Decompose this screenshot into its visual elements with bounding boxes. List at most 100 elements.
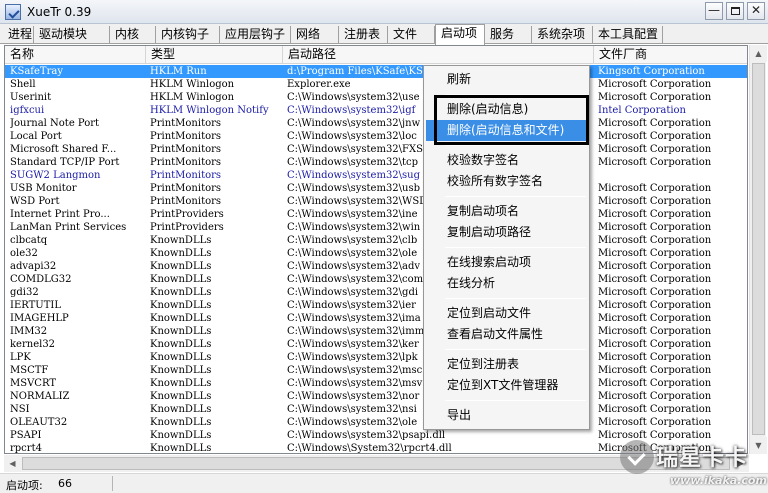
column-header-path[interactable]: 启动路径	[283, 46, 594, 64]
tab-registry[interactable]: 注册表	[339, 26, 388, 44]
table-row[interactable]: igfxcui HKLM Winlogon Notify C:\Windows\sy…	[5, 104, 747, 117]
column-header-name[interactable]: 名称	[5, 46, 146, 64]
table-row[interactable]: Internet Print Pro... PrintProviders C:\Wi…	[5, 208, 747, 221]
tab-network[interactable]: 网络	[291, 26, 339, 44]
cell-type: KnownDLLs	[150, 391, 212, 402]
cell-name: ole32	[10, 248, 38, 259]
tab-startup[interactable]: 启动项	[435, 24, 485, 45]
cell-vendor: Microsoft Corporation	[598, 287, 712, 298]
table-row[interactable]: ole32 KnownDLLs C:\Windows\system32\ole Mic…	[5, 247, 747, 260]
table-row[interactable]: NSI KnownDLLs C:\Windows\system32\nsi Micro…	[5, 403, 747, 416]
tab-kernel[interactable]: 内核	[110, 26, 156, 44]
cell-type: PrintMonitors	[150, 157, 222, 168]
cell-type: PrintMonitors	[150, 144, 222, 155]
minimize-button[interactable]: —	[705, 2, 723, 20]
table-row[interactable]: LanMan Print Services PrintProviders C:\Wi…	[5, 221, 747, 234]
table-row[interactable]: advapi32 KnownDLLs C:\Windows\system32\adv…	[5, 260, 747, 273]
table-row[interactable]: Standard TCP/IP Port PrintMonitors C:\Wind…	[5, 156, 747, 169]
table-row[interactable]: Userinit HKLM Winlogon C:\Windows\system32…	[5, 91, 747, 104]
column-header-type[interactable]: 类型	[146, 46, 283, 64]
cell-type: KnownDLLs	[150, 326, 212, 337]
menu-item[interactable]: 定位到启动文件	[426, 303, 588, 324]
scroll-left-arrow-icon[interactable]: ◀	[4, 455, 21, 472]
menu-item[interactable]: 校验数字签名	[426, 150, 588, 171]
table-row[interactable]: Shell HKLM Winlogon Explorer.exe Microsoft …	[5, 78, 747, 91]
cell-type: KnownDLLs	[150, 339, 212, 350]
highlight-callout-box	[434, 95, 589, 145]
cell-type: PrintMonitors	[150, 118, 222, 129]
table-row[interactable]: KSafeTray HKLM Run d:\Program Files\KSafe\…	[5, 65, 747, 78]
menu-item[interactable]: 导出	[426, 405, 588, 426]
tab-services[interactable]: 服务	[485, 26, 532, 44]
menu-item[interactable]: 定位到XT文件管理器	[426, 375, 588, 396]
cell-type: HKLM Winlogon	[150, 79, 235, 90]
tab-driver-modules[interactable]: 驱动模块	[34, 26, 110, 44]
cell-name: COMDLG32	[10, 274, 72, 285]
table-row[interactable]: IERTUTIL KnownDLLs C:\Windows\system32\ier…	[5, 299, 747, 312]
menu-item[interactable]: 刷新	[426, 69, 588, 90]
cell-type: KnownDLLs	[150, 378, 212, 389]
menu-item[interactable]: 在线分析	[426, 273, 588, 294]
scroll-up-arrow-icon[interactable]: ▲	[750, 45, 767, 62]
table-row[interactable]: NORMALIZ KnownDLLs C:\Windows\system32\nor…	[5, 390, 747, 403]
menu-item[interactable]: 校验所有数字签名	[426, 171, 588, 192]
tab-app-hooks[interactable]: 应用层钩子	[220, 26, 291, 44]
tab-tool-config[interactable]: 本工具配置	[593, 26, 663, 44]
table-row[interactable]: gdi32 KnownDLLs C:\Windows\system32\gdi Mic…	[5, 286, 747, 299]
tab-misc[interactable]: 系统杂项	[532, 26, 593, 44]
vertical-scrollbar[interactable]: ▲ ▼	[749, 45, 767, 454]
table-row[interactable]: IMAGEHLP KnownDLLs C:\Windows\system32\ima…	[5, 312, 747, 325]
cell-vendor: Microsoft Corporation	[598, 118, 712, 129]
menu-item[interactable]: 定位到注册表	[426, 354, 588, 375]
startup-list[interactable]: 名称 类型 启动路径 文件厂商 KSafeTray HKLM Run d:\Prog…	[4, 45, 748, 454]
column-header-vendor[interactable]: 文件厂商	[594, 46, 747, 64]
cell-name: MSCTF	[10, 365, 49, 376]
cell-type: KnownDLLs	[150, 287, 212, 298]
cell-name: Local Port	[10, 131, 62, 142]
menu-item[interactable]: 在线搜索启动项	[426, 252, 588, 273]
cell-name: MSVCRT	[10, 378, 56, 389]
close-button[interactable]: ✕	[747, 2, 765, 20]
ikaka-logo-icon	[620, 440, 654, 474]
cell-type: PrintProviders	[150, 222, 224, 233]
table-row[interactable]: clbcatq KnownDLLs C:\Windows\system32\clb M…	[5, 234, 747, 247]
cell-name: OLEAUT32	[10, 417, 68, 428]
cell-type: PrintMonitors	[150, 131, 222, 142]
table-row[interactable]: MSVCRT KnownDLLs C:\Windows\system32\msv Mi…	[5, 377, 747, 390]
cell-vendor: Microsoft Corporation	[598, 235, 712, 246]
tab-strip: 进程 驱动模块 内核 内核钩子 应用层钩子 网络 注册表 文件 启动项 服务 系…	[0, 24, 768, 45]
tab-files[interactable]: 文件	[388, 26, 435, 44]
menu-separator	[445, 196, 586, 197]
cell-vendor: Microsoft Corporation	[598, 274, 712, 285]
table-row[interactable]: Local Port PrintMonitors C:\Windows\system…	[5, 130, 747, 143]
table-row[interactable]: SUGW2 Langmon PrintMonitors C:\Windows\sys…	[5, 169, 747, 182]
table-row[interactable]: IMM32 KnownDLLs C:\Windows\system32\imm Mic…	[5, 325, 747, 338]
cell-type: KnownDLLs	[150, 261, 212, 272]
cell-name: WSD Port	[10, 196, 60, 207]
cell-name: IMAGEHLP	[10, 313, 69, 324]
menu-item[interactable]: 查看启动文件属性	[426, 324, 588, 345]
cell-type: PrintProviders	[150, 209, 224, 220]
table-row[interactable]: COMDLG32 KnownDLLs C:\Windows\system32\com…	[5, 273, 747, 286]
menu-separator	[445, 298, 586, 299]
table-row[interactable]: USB Monitor PrintMonitors C:\Windows\syste…	[5, 182, 747, 195]
table-row[interactable]: WSD Port PrintMonitors C:\Windows\system32…	[5, 195, 747, 208]
table-row[interactable]: OLEAUT32 KnownDLLs C:\Windows\system32\ole…	[5, 416, 747, 429]
table-row[interactable]: Microsoft Shared F... PrintMonitors C:\Win…	[5, 143, 747, 156]
table-row[interactable]: LPK KnownDLLs C:\Windows\system32\lpk Micro…	[5, 351, 747, 364]
cell-type: PrintMonitors	[150, 196, 222, 207]
cell-vendor: Microsoft Corporation	[598, 92, 712, 103]
tab-processes[interactable]: 进程	[3, 26, 34, 44]
table-row[interactable]: Journal Note Port PrintMonitors C:\Windows…	[5, 117, 747, 130]
cell-vendor: Microsoft Corporation	[598, 378, 712, 389]
cell-vendor: Microsoft Corporation	[598, 339, 712, 350]
menu-item[interactable]: 复制启动项路径	[426, 222, 588, 243]
cell-name: IERTUTIL	[10, 300, 61, 311]
vertical-scroll-thumb[interactable]	[752, 63, 765, 435]
cell-type: KnownDLLs	[150, 248, 212, 259]
table-row[interactable]: MSCTF KnownDLLs C:\Windows\system32\msc Mic…	[5, 364, 747, 377]
menu-item[interactable]: 复制启动项名	[426, 201, 588, 222]
tab-kernel-hooks[interactable]: 内核钩子	[156, 26, 220, 44]
maximize-button[interactable]	[726, 2, 744, 20]
table-row[interactable]: kernel32 KnownDLLs C:\Windows\system32\ker…	[5, 338, 747, 351]
